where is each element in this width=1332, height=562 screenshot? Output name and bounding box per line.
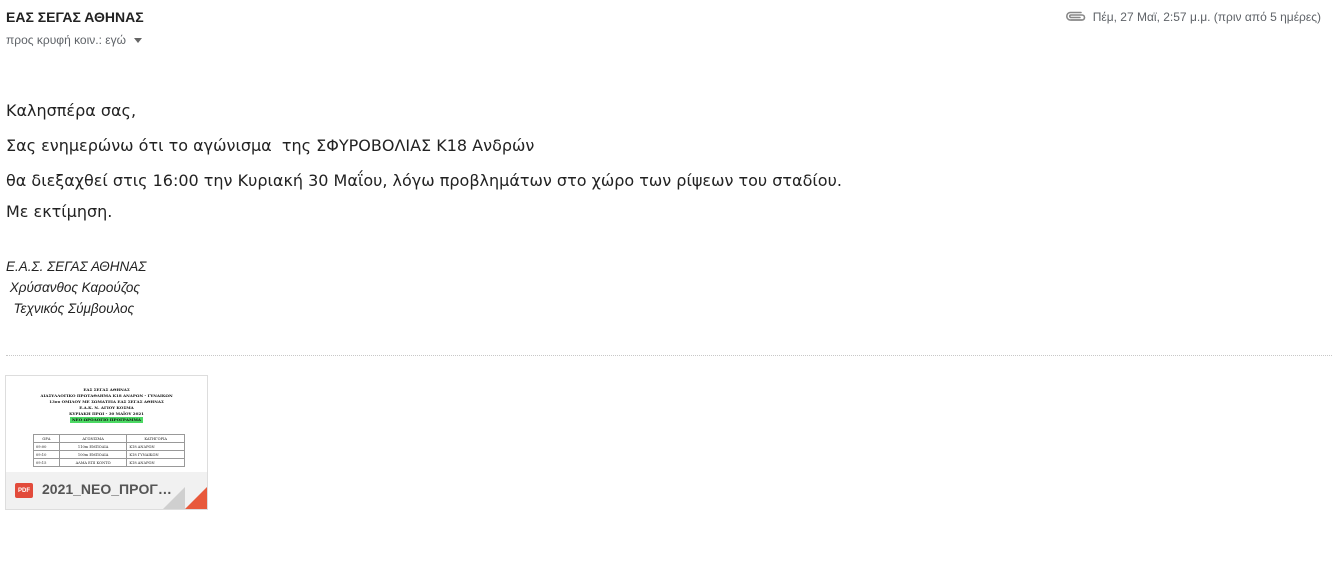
table-header: ΩΡΑ bbox=[33, 434, 60, 443]
signature: Ε.Α.Σ. ΣΕΓΑΣ ΑΘΗΝΑΣ Χρύσανθος Καρούζος Τ… bbox=[6, 256, 146, 319]
signature-title: Τεχνικός Σύμβουλος bbox=[6, 301, 135, 316]
recipients-label: προς κρυφή κοιν.: εγώ bbox=[6, 33, 126, 47]
table-cell: 100m ΕΜΠΟΔΙΑ bbox=[58, 450, 128, 459]
preview-highlight: ΝΕΟ ΩΡΟΛΟΓΙΟ ΠΡΟΓΡΑΜΜΑ bbox=[70, 417, 143, 423]
body-line: Σας ενημερώνω ότι το αγώνισμα της ΣΦΥΡΟΒ… bbox=[6, 136, 535, 155]
signature-name: Χρύσανθος Καρούζος bbox=[6, 280, 140, 295]
timestamp: Πέμ, 27 Μαϊ, 2:57 μ.μ. (πριν από 5 ημέρε… bbox=[1092, 10, 1321, 24]
page-fold-icon bbox=[163, 487, 207, 509]
table-cell: ΑΛΜΑ ΕΠΙ ΚΟΝΤΩ bbox=[58, 458, 128, 467]
paperclip-icon bbox=[1065, 11, 1087, 23]
table-cell: Κ18 ΓΥΝΑΙΚΩΝ bbox=[126, 450, 185, 459]
pdf-icon: PDF bbox=[15, 483, 33, 498]
preview-table: ΩΡΑ ΑΓΩΝΙΣΜΑ ΚΑΤΗΓΟΡΙΑ 09:00 110m ΕΜΠΟΔΙ… bbox=[33, 434, 185, 467]
table-header: ΑΓΩΝΙΣΜΑ bbox=[58, 434, 128, 443]
sender-name[interactable]: ΕΑΣ ΣΕΓΑΣ ΑΘΗΝΑΣ bbox=[6, 9, 144, 25]
attachment-preview[interactable]: ΕΑΣ ΣΕΓΑΣ ΑΘΗΝΑΣ ΔΙΑΣΥΛΛΟΓΙΚΟ ΠΡΩΤΑΘΛΗΜΑ… bbox=[6, 376, 207, 472]
chevron-down-icon[interactable] bbox=[134, 38, 142, 43]
attachments-divider bbox=[6, 355, 1332, 356]
table-cell: Κ18 ΑΝΔΡΩΝ bbox=[126, 458, 185, 467]
signature-org: Ε.Α.Σ. ΣΕΓΑΣ ΑΘΗΝΑΣ bbox=[6, 259, 147, 274]
body-line: θα διεξαχθεί στις 16:00 την Κυριακή 30 Μ… bbox=[6, 171, 842, 190]
body-line: Καλησπέρα σας, bbox=[6, 101, 137, 120]
attachment-card[interactable]: ΕΑΣ ΣΕΓΑΣ ΑΘΗΝΑΣ ΔΙΑΣΥΛΛΟΓΙΚΟ ΠΡΩΤΑΘΛΗΜΑ… bbox=[5, 375, 208, 510]
attachment-filename[interactable]: 2021_ΝΕΟ_ΠΡΟΓΡΑΜΜΑ bbox=[42, 481, 172, 497]
table-cell: 09:00 bbox=[33, 442, 60, 451]
table-header: ΚΑΤΗΓΟΡΙΑ bbox=[126, 434, 185, 443]
preview-heading: ΕΑΣ ΣΕΓΑΣ ΑΘΗΝΑΣ ΔΙΑΣΥΛΛΟΓΙΚΟ ΠΡΩΤΑΘΛΗΜΑ… bbox=[6, 387, 207, 423]
recipients-line: προς κρυφή κοιν.: εγώ bbox=[6, 33, 142, 47]
body-line: Με εκτίμηση. bbox=[6, 202, 113, 221]
table-cell: 09:10 bbox=[33, 450, 60, 459]
table-cell: Κ18 ΑΝΔΡΩΝ bbox=[126, 442, 185, 451]
table-cell: 110m ΕΜΠΟΔΙΑ bbox=[58, 442, 128, 451]
attachment-footer[interactable]: PDF 2021_ΝΕΟ_ΠΡΟΓΡΑΜΜΑ bbox=[6, 472, 207, 509]
table-cell: 09:15 bbox=[33, 458, 60, 467]
message-meta: Πέμ, 27 Μαϊ, 2:57 μ.μ. (πριν από 5 ημέρε… bbox=[1065, 10, 1321, 24]
